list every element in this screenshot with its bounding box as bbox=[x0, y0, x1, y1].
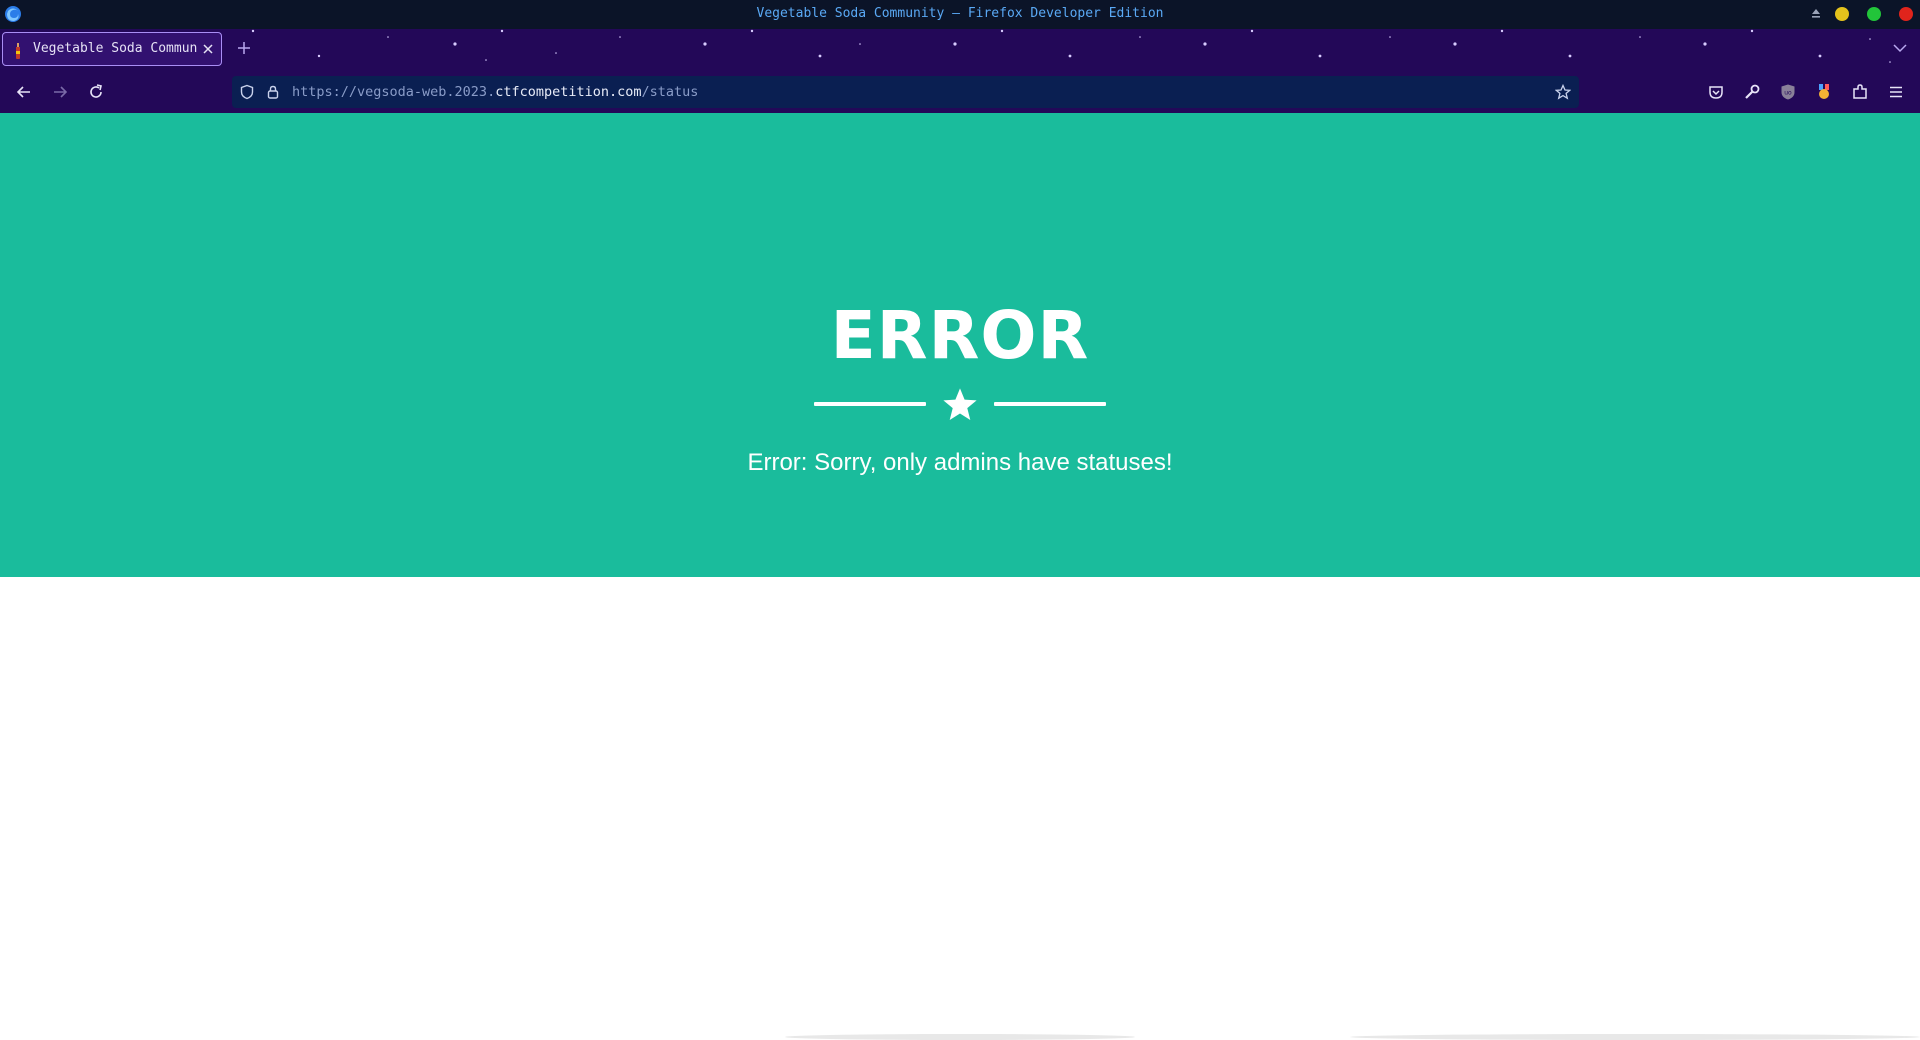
close-tab-icon[interactable] bbox=[201, 42, 215, 56]
url-text[interactable]: https://vegsoda-web.2023.ctfcompetition.… bbox=[292, 84, 698, 100]
error-hero-section: ERROR Error: Sorry, only admins have sta… bbox=[0, 113, 1920, 577]
tab-vegetable-soda[interactable]: Vegetable Soda Community bbox=[2, 32, 222, 66]
navigation-toolbar: https://vegsoda-web.2023.ctfcompetition.… bbox=[0, 71, 1920, 113]
error-message: Error: Sorry, only admins have statuses! bbox=[747, 449, 1173, 476]
extension-badge-icon[interactable] bbox=[1815, 83, 1833, 101]
tab-title: Vegetable Soda Community bbox=[33, 41, 198, 56]
close-button[interactable] bbox=[1899, 7, 1913, 21]
list-all-tabs-icon[interactable] bbox=[1892, 42, 1908, 54]
card-shadow bbox=[1350, 1034, 1920, 1040]
eject-icon[interactable] bbox=[1809, 6, 1823, 20]
extensions-puzzle-icon[interactable] bbox=[1851, 83, 1869, 101]
developer-tools-wrench-icon[interactable] bbox=[1743, 83, 1761, 101]
tracking-protection-shield-icon[interactable] bbox=[239, 84, 255, 100]
lock-icon[interactable] bbox=[265, 84, 281, 100]
star-divider-icon bbox=[943, 388, 977, 421]
hamburger-menu-icon[interactable] bbox=[1887, 83, 1905, 101]
starfield-background bbox=[70, 29, 1891, 66]
divider-line-left bbox=[814, 402, 926, 406]
url-path: /status bbox=[641, 84, 699, 100]
window-title: Vegetable Soda Community — Firefox Devel… bbox=[756, 6, 1164, 21]
url-domain: ctfcompetition.com bbox=[495, 84, 642, 100]
minimize-button[interactable] bbox=[1835, 7, 1849, 21]
page-body bbox=[0, 577, 1920, 1040]
back-arrow-icon[interactable] bbox=[15, 83, 33, 101]
address-bar[interactable]: https://vegsoda-web.2023.ctfcompetition.… bbox=[232, 76, 1579, 108]
pocket-icon[interactable] bbox=[1707, 83, 1725, 101]
window-titlebar: Vegetable Soda Community — Firefox Devel… bbox=[0, 0, 1920, 29]
new-tab-icon[interactable] bbox=[236, 40, 252, 56]
ublock-shield-icon[interactable]: uo bbox=[1779, 83, 1797, 101]
divider-line-right bbox=[994, 402, 1106, 406]
url-prefix: https://vegsoda-web.2023. bbox=[292, 84, 496, 100]
reload-icon[interactable] bbox=[87, 83, 105, 101]
soda-bottle-icon bbox=[16, 43, 20, 59]
tab-strip: Vegetable Soda Community bbox=[0, 29, 1920, 71]
bookmark-star-icon[interactable] bbox=[1555, 84, 1571, 100]
svg-text:uo: uo bbox=[1784, 90, 1792, 97]
card-shadow bbox=[785, 1034, 1135, 1040]
forward-arrow-icon[interactable] bbox=[51, 83, 69, 101]
maximize-button[interactable] bbox=[1867, 7, 1881, 21]
page-heading: ERROR bbox=[830, 297, 1090, 374]
